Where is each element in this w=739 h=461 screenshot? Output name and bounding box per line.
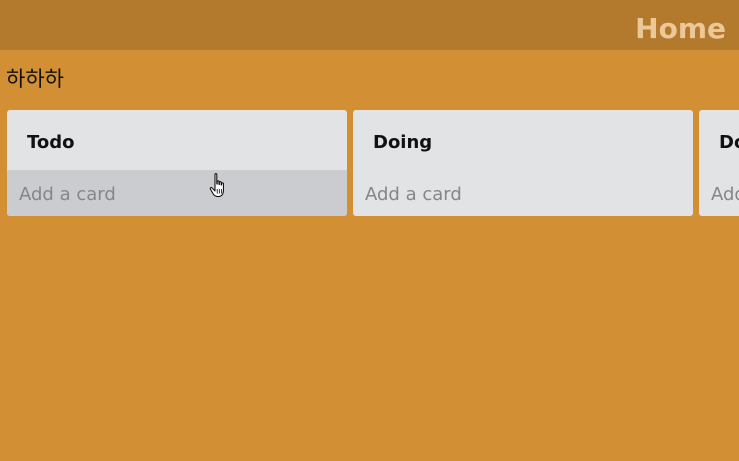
add-card-label: Add a card (19, 184, 116, 205)
add-card-button[interactable]: Add a card (353, 170, 693, 216)
list-done: Done Add a card (699, 110, 739, 216)
list-title[interactable]: Doing (373, 130, 432, 156)
add-card-label: Add a card (365, 184, 462, 205)
board-title[interactable]: 하하하 (6, 64, 64, 94)
list-doing: Doing Add a card (353, 110, 693, 216)
list-title[interactable]: Done (719, 130, 739, 156)
list-title[interactable]: Todo (27, 130, 75, 156)
lists-container: Todo Add a card Doing Add a card Done Ad… (7, 110, 739, 217)
list-todo: Todo Add a card (7, 110, 347, 216)
add-card-button[interactable]: Add a card (699, 170, 739, 216)
home-link[interactable]: Home (635, 9, 726, 49)
add-card-label: Add a card (711, 184, 739, 205)
add-card-button[interactable]: Add a card (7, 170, 347, 216)
top-bar: Home (0, 0, 739, 50)
